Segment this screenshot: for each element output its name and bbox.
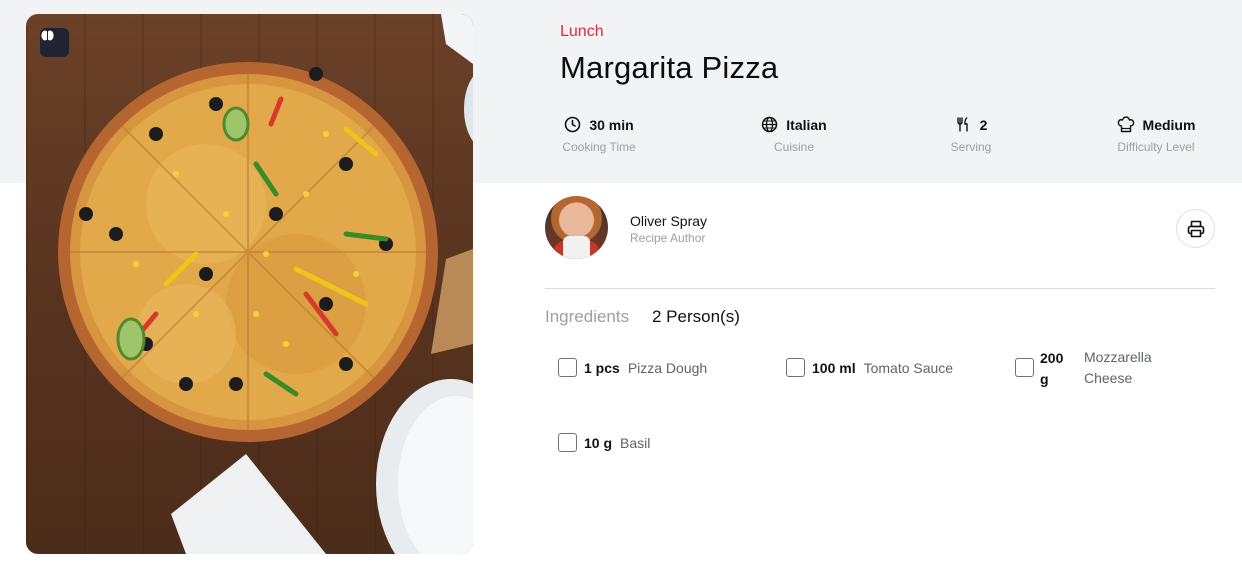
utensils-icon	[956, 117, 968, 132]
ingredients-servings: 2 Person(s)	[652, 307, 740, 326]
meta-cuisine: Italian Cuisine	[719, 116, 869, 154]
avatar[interactable]	[545, 196, 608, 259]
author-name[interactable]: Oliver Spray	[630, 213, 707, 229]
serving-value: 2	[979, 116, 988, 133]
ingredient-item: 100 ml Tomato Sauce	[786, 358, 953, 377]
recipe-category[interactable]: Lunch	[560, 23, 604, 41]
ingredient-name: Pizza Dough	[627, 359, 708, 376]
cooking-time-label: Cooking Time	[562, 140, 636, 154]
cooking-time-value: 30 min	[589, 116, 634, 133]
author-role: Recipe Author	[630, 231, 706, 245]
ingredients-heading: Ingredients	[545, 307, 630, 326]
serving-label: Serving	[950, 140, 992, 154]
printer-icon	[1187, 220, 1204, 237]
section-divider	[545, 288, 1215, 289]
ingredient-name: Mozzarella Cheese	[1084, 349, 1152, 386]
meta-cooking-time: 30 min Cooking Time	[524, 116, 674, 155]
ingredient-item: 10 g Basil	[558, 433, 650, 452]
ingredient-name: Basil	[620, 434, 651, 451]
difficulty-label: Difficulty Level	[1117, 140, 1195, 154]
ingredient-qty: 200 g	[1040, 350, 1064, 387]
ingredient-name: Tomato Sauce	[863, 359, 954, 376]
ingredient-checkbox[interactable]	[558, 358, 577, 377]
meta-difficulty: Medium Difficulty Level	[1081, 116, 1231, 154]
print-button[interactable]	[1176, 209, 1215, 248]
ingredient-item: 1 pcs Pizza Dough	[558, 358, 707, 377]
chef-hat-icon	[1117, 116, 1134, 133]
difficulty-value: Medium	[1142, 116, 1196, 133]
recipe-hero-image	[26, 14, 473, 554]
ingredient-qty: 1 pcs	[584, 359, 620, 376]
clock-icon	[565, 116, 581, 133]
ingredient-checkbox[interactable]	[1015, 358, 1034, 377]
ingredient-checkbox[interactable]	[786, 358, 805, 377]
ingredient-checkbox[interactable]	[558, 433, 577, 452]
ingredient-qty: 10 g	[584, 434, 613, 451]
meta-serving: 2 Serving	[896, 116, 1046, 155]
cuisine-value: Italian	[786, 116, 827, 133]
recipe-page: Lunch Margarita Pizza 30 min Cooking Tim…	[0, 0, 1242, 577]
brain-icon[interactable]	[40, 28, 69, 57]
cuisine-label: Cuisine	[773, 140, 815, 154]
pizza-illustration	[58, 14, 473, 554]
recipe-title: Margarita Pizza	[560, 50, 779, 85]
globe-icon	[762, 116, 778, 133]
ingredient-qty: 100 ml	[812, 359, 856, 376]
